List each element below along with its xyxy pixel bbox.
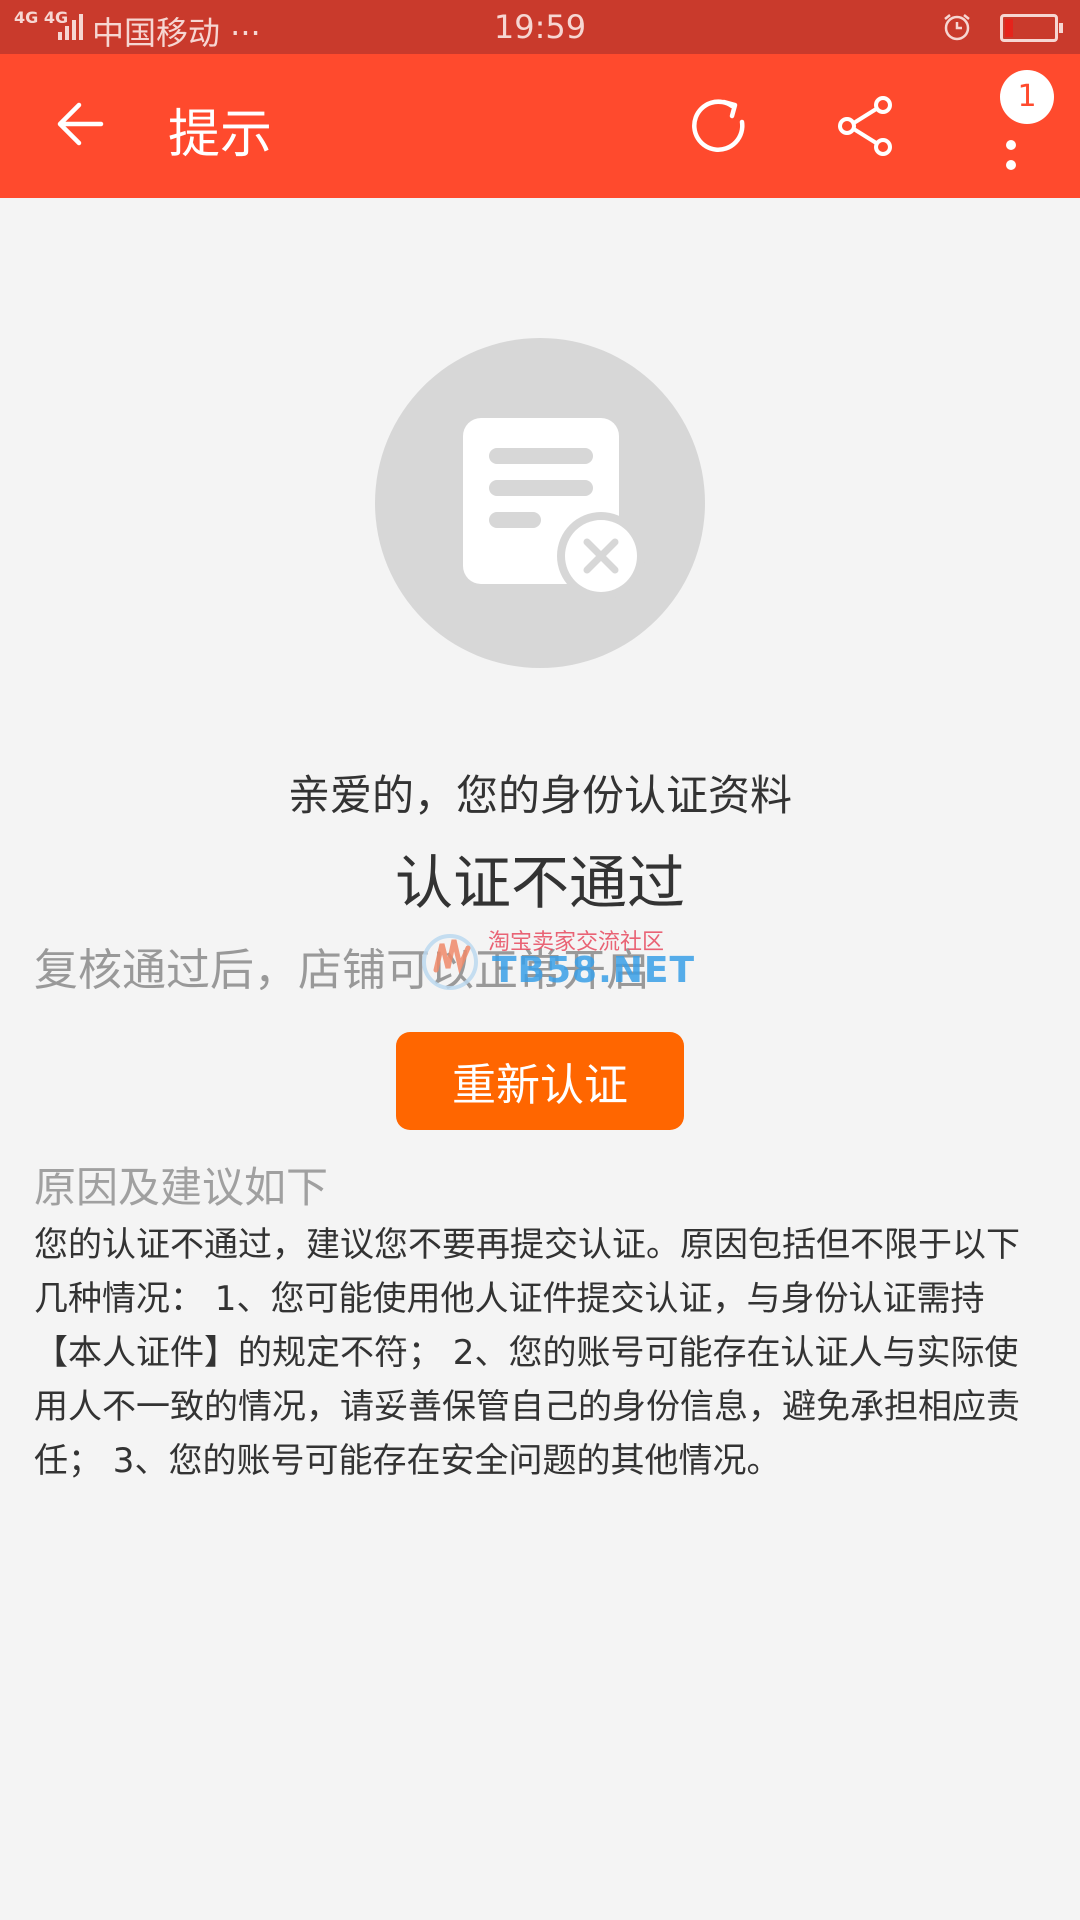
status-bar: 4G 4G 中国移动 ··· 19:59 (0, 0, 1080, 54)
status-time: 19:59 (493, 8, 587, 46)
verification-status: 认证不通过 (394, 849, 685, 917)
document-rejected-icon (375, 418, 705, 672)
page-title: 提示 (168, 105, 273, 165)
verification-failed-illustration (375, 338, 705, 668)
reasons-body: 您的认证不通过，建议您不要再提交认证。原因包括但不限于以下几种情况： 1、您可能… (34, 1225, 1020, 1481)
refresh-icon (688, 94, 752, 162)
watermark: 淘宝卖家交流社区 TB58.NET (412, 922, 694, 992)
notification-badge: 1 (1000, 70, 1054, 124)
share-button[interactable] (825, 88, 905, 168)
watermark-logo (422, 934, 478, 990)
share-icon (833, 94, 897, 162)
reauth-button[interactable]: 重新认证 (396, 1032, 684, 1130)
watermark-site: TB58.NET (492, 950, 696, 991)
refresh-button[interactable] (680, 88, 760, 168)
back-button[interactable] (40, 94, 120, 158)
alarm-clock-icon (942, 12, 972, 42)
reasons-title: 原因及建议如下 (34, 1163, 329, 1212)
message-intro: 亲爱的，您的身份认证资料 (287, 771, 792, 820)
battery-low-icon (1000, 14, 1063, 42)
app-header: 提示 1 (0, 54, 1080, 198)
back-arrow-icon (55, 101, 105, 151)
